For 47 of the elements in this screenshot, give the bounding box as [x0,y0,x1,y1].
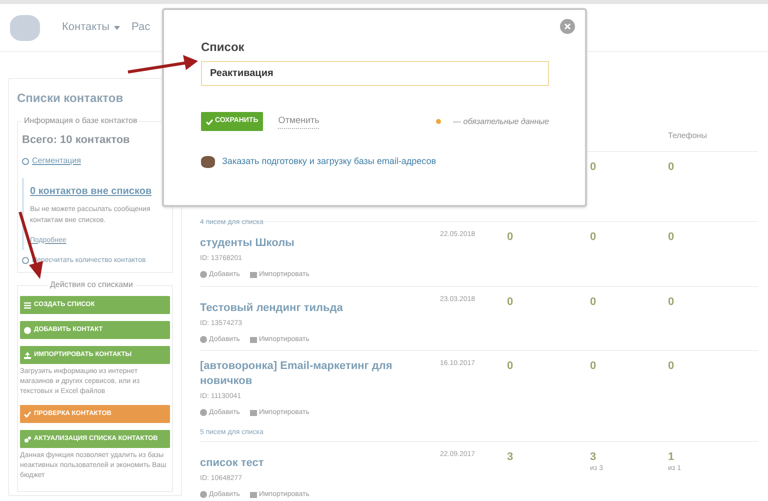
search-icon [22,158,29,164]
required-note: — обязательные данные [453,116,549,128]
nav-link[interactable]: Контакты [62,19,120,36]
sidebar-title: Списки контактов [17,90,124,107]
nav-link[interactable]: Рас [132,19,150,36]
column-header: Телефоны [668,130,707,142]
required-mark-icon [436,119,442,124]
count-value: 0 [590,230,596,244]
upload-icon [24,352,31,358]
field-label: Список [201,39,246,56]
count-value: 3 [590,450,596,464]
check-icon [206,118,213,124]
order-link[interactable]: Заказать подготовку и загрузку базы email-адресов [201,155,436,168]
logo-icon[interactable] [10,14,40,40]
segmentation-link[interactable]: Сегментация [22,155,81,167]
count-value: 0 [590,295,596,309]
contacts-total: Всего: 10 контактов [22,133,131,148]
count-value: 0 [590,160,596,174]
close-button[interactable] [560,19,575,34]
list-title-link[interactable]: Тестовый лендинг тильда [200,301,343,316]
count-value: 0 [507,295,514,309]
cancel-link[interactable]: Отменить [278,114,320,129]
count-value: 0 [507,230,514,244]
count-value: 1 [668,450,674,464]
count-value: 3 [507,450,514,464]
upload-icon [250,272,257,278]
arrow-annotation [128,55,198,74]
refresh-icon [22,257,29,264]
list-title-link[interactable]: [автоворонка] Email-маркетинг для новичков [200,359,432,389]
close-icon [564,23,571,30]
upload-icon [250,336,257,343]
count-value: 0 [668,359,674,373]
panel-legend: Действия со списками [48,279,135,291]
list-name-input[interactable]: Реактивация [201,61,549,86]
check-icon [24,410,31,418]
panel-legend: Информация о базе контактов [22,115,140,127]
outside-lists-link[interactable]: 0 контактов вне списков [30,184,152,198]
count-value: 0 [507,359,514,373]
list-icon [24,302,31,308]
count-value: 0 [668,295,674,309]
list-title-link[interactable]: список тест [200,456,264,471]
list-title-link[interactable]: студенты Школы [200,236,294,251]
count-value: 0 [668,160,674,174]
upload-icon [250,492,257,498]
count-value: 0 [590,359,596,373]
upload-icon [250,410,257,416]
count-value: 0 [668,230,674,244]
